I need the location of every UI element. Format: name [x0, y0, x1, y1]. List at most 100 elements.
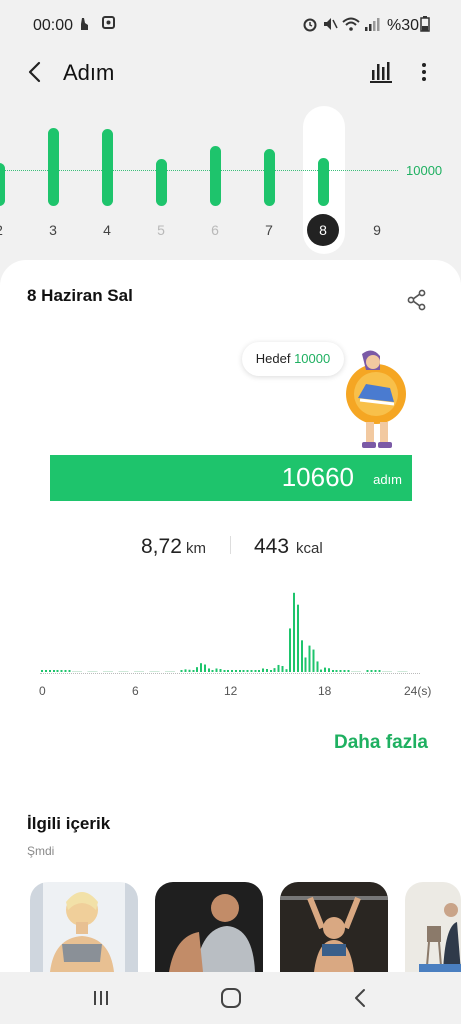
hourly-bar-16 [289, 628, 291, 672]
hourly-bar-13 [242, 670, 245, 672]
hourly-bar-9 [180, 670, 183, 672]
hourly-bar-18 [328, 668, 330, 672]
steps-progress-bar: 10660 adım [50, 455, 412, 501]
daily-summary-card: 8 Haziran Sal Hedef 10000 10660 adım 8,7… [0, 260, 461, 972]
mute-icon [322, 16, 338, 35]
related-thumbnail[interactable] [30, 882, 138, 972]
goal-value: 10000 [294, 351, 331, 366]
week-day-label-9[interactable]: 9 [362, 222, 392, 238]
hourly-bar-9 [192, 670, 195, 672]
goal-line [0, 170, 398, 171]
related-thumbnail[interactable] [155, 882, 263, 972]
hourly-bar-6 [134, 671, 144, 672]
related-content-subtitle: Şmdi [27, 844, 55, 858]
share-icon[interactable] [406, 289, 428, 311]
distance-value: 8,72 [141, 535, 182, 558]
week-day-label-5[interactable]: 5 [146, 222, 176, 238]
hourly-bar-0 [45, 670, 47, 672]
hourly-bar-1 [64, 670, 67, 672]
hourly-bar-15 [281, 666, 284, 672]
notification-icon [78, 16, 92, 35]
goal-bubble: Hedef 10000 [242, 342, 344, 376]
battery-level: %30 [387, 17, 420, 34]
hourly-bar-10 [208, 668, 210, 672]
hourly-bar-16 [297, 604, 299, 672]
hourly-bar-21 [366, 670, 369, 672]
status-bar: 00:00 %30 [0, 0, 461, 50]
hourly-bar-15 [277, 664, 280, 672]
hourly-bar-19 [339, 670, 342, 672]
hourly-bar-11 [215, 668, 218, 672]
hourly-bar-5 [118, 671, 129, 672]
hourly-bar-9 [188, 669, 191, 672]
week-bar-day-7[interactable] [263, 148, 275, 206]
home-icon[interactable] [216, 984, 246, 1012]
week-bar-day-6[interactable] [209, 145, 221, 206]
week-bar-day-8[interactable] [317, 158, 329, 206]
hourly-bar-0 [49, 670, 51, 672]
hourly-bar-17 [312, 649, 315, 672]
back-nav-icon[interactable] [346, 984, 376, 1012]
hourly-bar-0 [53, 670, 55, 672]
hourly-bar-0 [41, 670, 43, 672]
hourly-bar-10 [204, 664, 206, 672]
week-day-label-6[interactable]: 6 [200, 222, 230, 238]
hourly-bar-12 [239, 670, 241, 672]
more-link[interactable]: Daha fazla [334, 732, 428, 754]
week-bar-day-3[interactable] [47, 128, 59, 206]
hourly-bar-9 [184, 669, 187, 672]
steps-unit: adım [373, 472, 402, 487]
hourly-bar-17 [308, 645, 311, 672]
hourly-bar-12 [235, 670, 237, 672]
distance-unit: km [186, 540, 206, 557]
week-day-label-7[interactable]: 7 [254, 222, 284, 238]
hourly-bar-21 [374, 670, 377, 672]
recent-apps-icon[interactable] [86, 984, 116, 1012]
hourly-bar-2 [72, 671, 82, 672]
hourly-bar-21 [378, 670, 381, 672]
hourly-bar-14 [262, 668, 264, 672]
hourly-bar-16 [293, 592, 295, 672]
related-thumbnail[interactable] [280, 882, 388, 972]
page-title: Adım [63, 60, 115, 85]
signal-icon [364, 16, 380, 35]
hourly-bar-13 [254, 670, 257, 672]
hourly-bar-15 [285, 669, 288, 672]
hourly-tick-24: 24(s) [404, 684, 432, 698]
hourly-tick-12: 12 [224, 684, 238, 698]
back-icon[interactable] [22, 59, 48, 85]
week-bar-day-2[interactable] [0, 163, 5, 206]
week-day-label-4[interactable]: 4 [92, 222, 122, 238]
week-day-label-3[interactable]: 3 [38, 222, 68, 238]
hourly-bar-19 [335, 670, 338, 672]
hourly-bar-13 [246, 670, 249, 672]
status-time: 00:00 [33, 17, 74, 34]
hourly-bar-1 [68, 670, 71, 672]
week-bar-day-4[interactable] [101, 129, 113, 206]
hourly-bar-18 [332, 670, 334, 672]
hourly-bar-12 [231, 670, 233, 672]
hourly-bar-20 [351, 671, 361, 672]
hourly-bar-8 [165, 671, 175, 672]
hourly-bar-22 [382, 671, 392, 672]
week-day-label-2[interactable]: 2 [0, 222, 14, 238]
system-navigation-bar [0, 972, 461, 1024]
goal-mascot-illustration [340, 344, 416, 456]
week-bar-day-5[interactable] [155, 159, 167, 206]
steps-value: 10660 [281, 462, 354, 492]
goal-line-label: 10000 [406, 163, 443, 178]
hourly-bar-21 [370, 670, 373, 672]
calories-unit: kcal [296, 540, 323, 557]
app-icon [102, 16, 115, 32]
week-day-label-8[interactable]: 8 [307, 214, 339, 246]
bar-chart-icon[interactable] [368, 60, 394, 84]
hourly-bar-12 [227, 670, 229, 672]
hourly-tick-18: 18 [318, 684, 332, 698]
hourly-tick-6: 6 [132, 684, 139, 698]
more-options-icon[interactable] [412, 60, 436, 84]
battery-icon [420, 16, 430, 35]
hourly-bar-14 [270, 670, 272, 672]
related-thumbnail[interactable] [405, 882, 461, 972]
hourly-bar-11 [211, 670, 214, 672]
hourly-bar-1 [56, 670, 59, 672]
